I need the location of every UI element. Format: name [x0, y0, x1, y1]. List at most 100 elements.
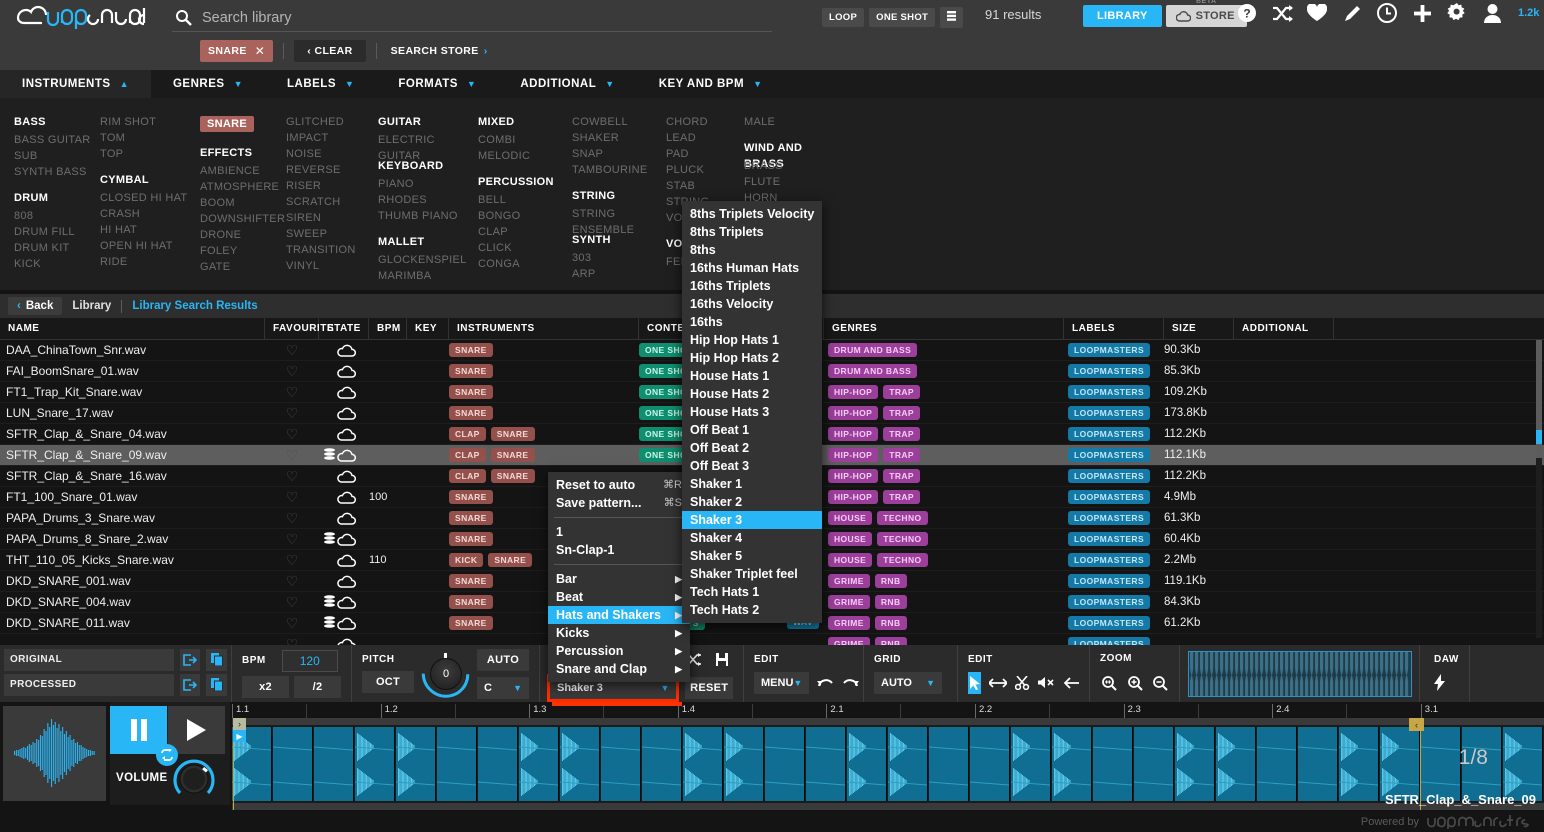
- instrument-item[interactable]: ARP: [572, 266, 666, 282]
- original-export-icon[interactable]: [179, 648, 201, 671]
- tag[interactable]: LOOPMASTERS: [1068, 343, 1151, 357]
- table-column-header[interactable]: INSTRUMENTS: [449, 318, 639, 340]
- tag[interactable]: HIP-HOP: [828, 448, 879, 462]
- timeline-ruler[interactable]: 1.1 1.2 1.3 1.4 2.1 2.2 2.3 2.4 3.1: [232, 704, 1544, 718]
- breadcrumb-library[interactable]: Library: [72, 300, 111, 312]
- zoom-in-icon[interactable]: [1126, 672, 1144, 694]
- tag[interactable]: GRIME: [828, 616, 870, 630]
- menu-item[interactable]: House Hats 3: [682, 403, 822, 421]
- tag[interactable]: SNARE: [488, 553, 533, 567]
- close-icon[interactable]: ✕: [255, 44, 265, 58]
- shuffle-icon[interactable]: [1271, 2, 1293, 24]
- menu-item[interactable]: Shaker 5: [682, 547, 822, 565]
- audio-clip[interactable]: [765, 727, 805, 801]
- pitch-auto-button[interactable]: AUTO: [477, 648, 529, 671]
- instrument-item[interactable]: BRASS: [744, 158, 840, 174]
- instrument-item[interactable]: CRASH: [100, 206, 200, 222]
- help-icon[interactable]: ?: [1236, 2, 1258, 24]
- audio-clip[interactable]: [642, 727, 682, 801]
- tag[interactable]: SNARE: [490, 427, 535, 441]
- favourite-toggle[interactable]: ♡: [265, 447, 319, 464]
- instrument-item[interactable]: RHODES: [378, 192, 478, 208]
- tag[interactable]: HIP-HOP: [828, 406, 879, 420]
- tag[interactable]: LOOPMASTERS: [1068, 595, 1151, 609]
- menu-item[interactable]: Shaker 3: [682, 511, 822, 529]
- region-play-handle[interactable]: ▶: [233, 730, 246, 742]
- instrument-item[interactable]: VINYL: [286, 258, 378, 274]
- audio-clip[interactable]: [519, 727, 559, 801]
- favourite-toggle[interactable]: ♡: [265, 594, 319, 611]
- instrument-item[interactable]: MARIMBA: [378, 268, 478, 284]
- menu-item[interactable]: Sn-Clap-1: [548, 541, 690, 559]
- processed-export-icon[interactable]: [179, 673, 201, 696]
- processed-copy-icon[interactable]: [206, 673, 228, 696]
- tag[interactable]: GRIME: [828, 595, 870, 609]
- tag[interactable]: TRAP: [883, 406, 920, 420]
- menu-item[interactable]: Off Beat 3: [682, 457, 822, 475]
- tag[interactable]: RNB: [874, 616, 907, 630]
- instrument-item[interactable]: FLUTE: [744, 174, 840, 190]
- tag[interactable]: HIP-HOP: [828, 490, 879, 504]
- scissors-tool-icon[interactable]: [1015, 672, 1030, 694]
- instrument-item[interactable]: ELECTRIC GUITAR: [378, 132, 478, 162]
- audio-clip[interactable]: [1216, 727, 1256, 801]
- instrument-item[interactable]: SHAKER: [572, 130, 666, 146]
- heart-icon[interactable]: ♡: [286, 573, 299, 590]
- search-store-button[interactable]: SEARCH STORE ›: [391, 45, 488, 57]
- table-column-header[interactable]: NAME: [0, 318, 265, 340]
- table-row[interactable]: ♡ GRIME RNB LOOPMASTERS: [0, 634, 1544, 645]
- instrument-item[interactable]: BONGO: [478, 208, 572, 224]
- menu-item[interactable]: 8ths: [682, 241, 822, 259]
- zoom-out-icon[interactable]: [1151, 672, 1169, 694]
- tag[interactable]: LOOPMASTERS: [1068, 448, 1151, 462]
- table-column-header[interactable]: KEY: [407, 318, 449, 340]
- favourite-toggle[interactable]: ♡: [265, 342, 319, 359]
- tab-genres[interactable]: GENRES ▼: [151, 70, 265, 98]
- audio-clip[interactable]: [478, 727, 518, 801]
- search-bar[interactable]: [172, 4, 772, 32]
- volume-knob[interactable]: [172, 757, 216, 801]
- favourite-toggle[interactable]: ♡: [265, 552, 319, 569]
- tag[interactable]: TRAP: [883, 385, 920, 399]
- favourite-toggle[interactable]: ♡: [265, 510, 319, 527]
- menu-item[interactable]: Reset to auto ⌘R: [548, 476, 690, 494]
- table-column-header[interactable]: SIZE: [1164, 318, 1234, 340]
- clock-icon[interactable]: [1376, 2, 1398, 24]
- heart-icon[interactable]: ♡: [286, 594, 299, 611]
- gear-icon[interactable]: [1446, 2, 1468, 24]
- region-end-handle[interactable]: ‹: [1409, 718, 1424, 731]
- waveform-minimap[interactable]: [1187, 650, 1412, 697]
- tag[interactable]: CLAP: [449, 448, 486, 462]
- instrument-item[interactable]: BOOM: [200, 195, 286, 211]
- tag[interactable]: TRAP: [883, 490, 920, 504]
- table-column-header[interactable]: BPM: [369, 318, 407, 340]
- menu-item[interactable]: Hip Hop Hats 1: [682, 331, 822, 349]
- filter-chip-snare[interactable]: SNARE ✕: [200, 40, 274, 62]
- tag[interactable]: TRAP: [883, 427, 920, 441]
- store-tab[interactable]: STORE: [1165, 5, 1247, 27]
- audio-clip[interactable]: [806, 727, 846, 801]
- tag[interactable]: TRAP: [883, 448, 920, 462]
- menu-item[interactable]: 8ths Triplets: [682, 223, 822, 241]
- region-start-handle[interactable]: ›: [233, 718, 246, 730]
- audio-clip[interactable]: [601, 727, 641, 801]
- instrument-group-header[interactable]: WIND AND BRASS: [744, 140, 840, 170]
- tag[interactable]: DRUM AND BASS: [828, 364, 918, 378]
- instrument-item[interactable]: STAB: [666, 178, 744, 194]
- tag[interactable]: SNARE: [449, 511, 493, 525]
- instrument-item[interactable]: THUMB PIANO: [378, 208, 478, 224]
- tag[interactable]: GRIME: [828, 574, 870, 588]
- audio-clip[interactable]: [1011, 727, 1051, 801]
- tag[interactable]: SNARE: [449, 364, 493, 378]
- instrument-item[interactable]: DRUM KIT: [14, 240, 100, 256]
- menu-item[interactable]: Tech Hats 2: [682, 601, 822, 619]
- audio-clip[interactable]: [355, 727, 395, 801]
- instrument-item[interactable]: PIANO: [378, 176, 478, 192]
- tag[interactable]: KICK: [449, 553, 484, 567]
- tab-additional[interactable]: ADDITIONAL ▼: [498, 70, 636, 98]
- tag[interactable]: TECHNO: [877, 511, 928, 525]
- tag[interactable]: DRUM AND BASS: [828, 343, 918, 357]
- instrument-item[interactable]: CHORD: [666, 114, 744, 130]
- tag[interactable]: LOOPMASTERS: [1068, 490, 1151, 504]
- audio-clip[interactable]: [929, 727, 969, 801]
